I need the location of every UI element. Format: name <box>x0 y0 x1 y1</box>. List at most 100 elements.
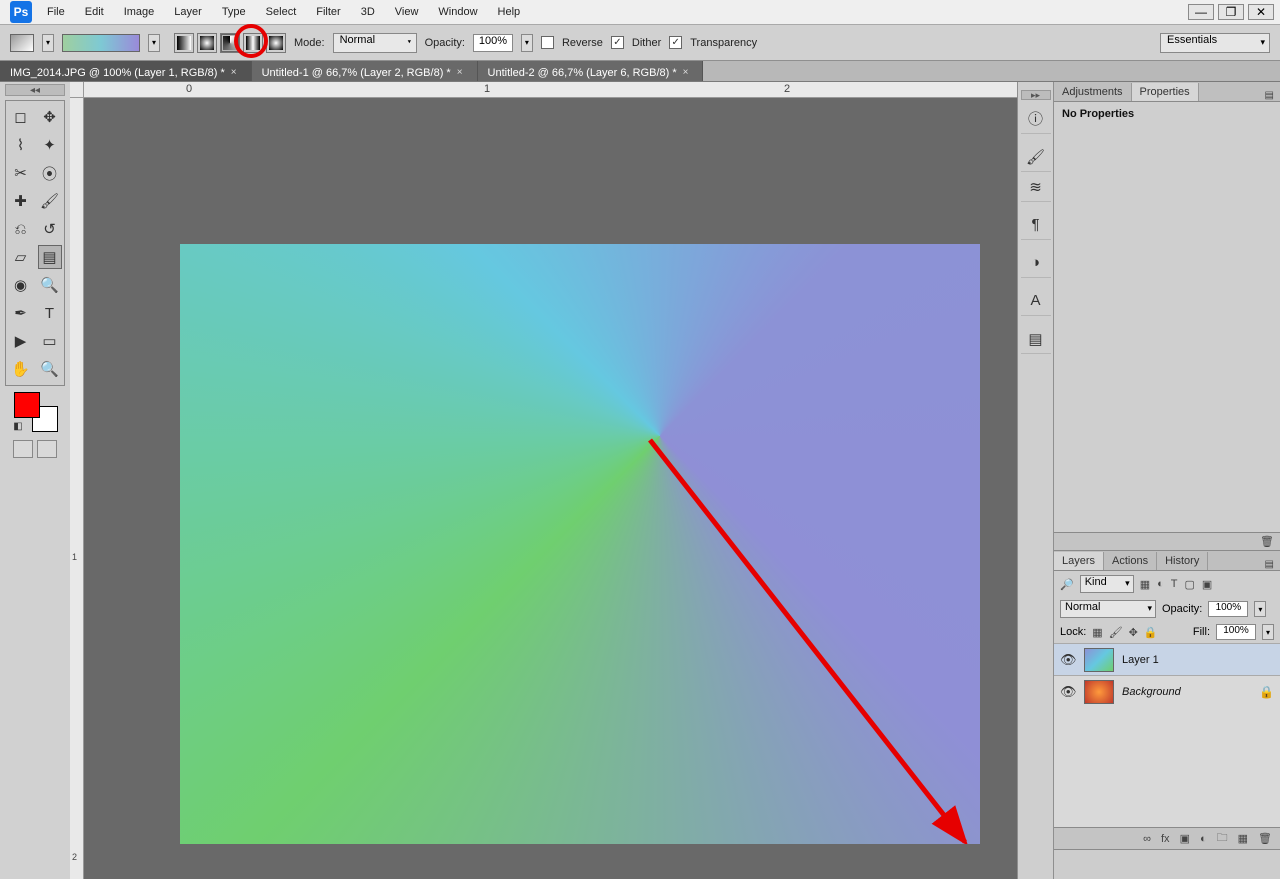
menu-type[interactable]: Type <box>213 2 255 22</box>
menu-3d[interactable]: 3D <box>352 2 384 22</box>
gradient-preview[interactable] <box>62 34 140 52</box>
layer-blend-mode-select[interactable]: Normal <box>1060 600 1156 618</box>
tools-collapse-button[interactable]: ◂◂ <box>5 84 65 96</box>
gradient-linear-button[interactable] <box>174 33 194 53</box>
gradient-radial-button[interactable] <box>197 33 217 53</box>
filter-type-icon[interactable]: T <box>1171 578 1178 591</box>
menu-file[interactable]: File <box>38 2 74 22</box>
menu-window[interactable]: Window <box>429 2 486 22</box>
menu-select[interactable]: Select <box>257 2 306 22</box>
document-canvas[interactable] <box>180 244 980 844</box>
layer-opacity-input[interactable]: 100% <box>1208 601 1248 617</box>
layer-name[interactable]: Background <box>1122 686 1181 698</box>
tool-preset-dropdown[interactable]: ▾ <box>42 34 54 52</box>
panel-menu-icon[interactable]: ▤ <box>1259 90 1280 101</box>
tab-properties[interactable]: Properties <box>1132 83 1199 101</box>
brush-tool[interactable]: 🖌 <box>38 189 62 213</box>
lock-all-icon[interactable]: 🔒 <box>1144 626 1158 639</box>
lock-pixels-icon[interactable]: 🖌 <box>1109 626 1123 639</box>
brush-presets-panel-icon[interactable]: ≋ <box>1021 172 1051 202</box>
vertical-ruler[interactable]: 1 2 <box>70 98 84 879</box>
filter-adjustment-icon[interactable]: ◐ <box>1157 578 1164 591</box>
layer-style-icon[interactable]: fx <box>1161 833 1170 845</box>
gradient-picker-dropdown[interactable]: ▾ <box>148 34 160 52</box>
pen-tool[interactable]: ✒ <box>9 301 33 325</box>
visibility-toggle-icon[interactable]: 👁 <box>1060 684 1076 700</box>
tab-layers[interactable]: Layers <box>1054 552 1104 570</box>
new-fill-layer-icon[interactable]: ◐ <box>1200 833 1207 845</box>
trash-icon[interactable]: 🗑 <box>1260 535 1274 548</box>
hand-tool[interactable]: ✋ <box>9 357 33 381</box>
visibility-toggle-icon[interactable]: 👁 <box>1060 652 1076 668</box>
horizontal-ruler[interactable]: 0 1 2 <box>84 82 1017 98</box>
gradient-reflected-button[interactable] <box>243 33 263 53</box>
eraser-tool[interactable]: ▱ <box>9 245 33 269</box>
menu-image[interactable]: Image <box>115 2 164 22</box>
gradient-angle-button[interactable] <box>220 33 240 53</box>
close-icon[interactable]: × <box>231 67 237 78</box>
path-selection-tool[interactable]: ▶ <box>9 329 33 353</box>
reverse-checkbox[interactable] <box>541 36 554 49</box>
quick-mask-button[interactable] <box>13 440 33 458</box>
filter-smart-icon[interactable]: ▣ <box>1202 578 1212 591</box>
rectangular-marquee-tool[interactable]: ◻ <box>9 105 33 129</box>
layer-row[interactable]: 👁 Background 🔒 <box>1054 675 1280 707</box>
styles-panel-icon[interactable]: ◑ <box>1021 248 1051 278</box>
layer-filter-kind[interactable]: Kind <box>1080 575 1134 593</box>
layer-row[interactable]: 👁 Layer 1 <box>1054 643 1280 675</box>
foreground-color-swatch[interactable] <box>14 392 40 418</box>
filter-search-icon[interactable]: 🔎 <box>1060 578 1074 591</box>
default-colors-icon[interactable]: ◧ <box>12 420 24 432</box>
layer-lock-icon[interactable]: 🔒 <box>1259 685 1274 699</box>
type-tool[interactable]: T <box>38 301 62 325</box>
layer-name[interactable]: Layer 1 <box>1122 654 1159 666</box>
dodge-tool[interactable]: 🔍 <box>38 273 62 297</box>
panel-collapse-button[interactable]: ▸▸ <box>1021 90 1051 100</box>
lock-position-icon[interactable]: ✥ <box>1129 626 1138 639</box>
layer-thumbnail[interactable] <box>1084 648 1114 672</box>
shape-tool[interactable]: ▭ <box>38 329 62 353</box>
layer-thumbnail[interactable] <box>1084 680 1114 704</box>
layer-mask-icon[interactable]: ▣ <box>1180 832 1190 845</box>
brush-panel-icon[interactable]: 🖌 <box>1021 142 1051 172</box>
clone-stamp-tool[interactable]: ⎌ <box>9 217 33 241</box>
opacity-dropdown[interactable]: ▾ <box>521 34 533 52</box>
tool-preset-icon[interactable] <box>10 34 34 52</box>
opacity-input[interactable]: 100% <box>473 34 513 52</box>
layer-opacity-dropdown[interactable]: ▾ <box>1254 601 1266 617</box>
menu-edit[interactable]: Edit <box>76 2 113 22</box>
move-tool[interactable]: ✥ <box>38 105 62 129</box>
zoom-tool[interactable]: 🔍 <box>38 357 62 381</box>
document-tab[interactable]: Untitled-2 @ 66,7% (Layer 6, RGB/8) * × <box>478 61 704 81</box>
eyedropper-tool[interactable]: ⦿ <box>38 161 62 185</box>
menu-filter[interactable]: Filter <box>307 2 349 22</box>
blend-mode-select[interactable]: Normal <box>333 33 417 53</box>
panel-menu-icon[interactable]: ▤ <box>1259 559 1280 570</box>
close-icon[interactable]: × <box>457 67 463 78</box>
filter-shape-icon[interactable]: ▢ <box>1185 578 1195 591</box>
close-button[interactable]: ✕ <box>1248 4 1274 20</box>
history-panel-icon[interactable]: ⓘ <box>1021 104 1051 134</box>
new-layer-icon[interactable]: ▦ <box>1238 832 1248 845</box>
document-tab[interactable]: Untitled-1 @ 66,7% (Layer 2, RGB/8) * × <box>252 61 478 81</box>
history-brush-tool[interactable]: ↺ <box>38 217 62 241</box>
spot-healing-tool[interactable]: ✚ <box>9 189 33 213</box>
restore-button[interactable]: ❐ <box>1218 4 1244 20</box>
character-panel-icon[interactable]: A <box>1021 286 1051 316</box>
layer-fill-input[interactable]: 100% <box>1216 624 1256 640</box>
close-icon[interactable]: × <box>683 67 689 78</box>
layer-fill-dropdown[interactable]: ▾ <box>1262 624 1274 640</box>
tab-history[interactable]: History <box>1157 552 1208 570</box>
ruler-origin[interactable] <box>70 82 84 98</box>
delete-layer-icon[interactable]: 🗑 <box>1258 832 1272 845</box>
crop-tool[interactable]: ✂ <box>9 161 33 185</box>
gradient-tool[interactable]: ▤ <box>38 245 62 269</box>
workspace-switcher[interactable]: Essentials <box>1160 33 1270 53</box>
menu-view[interactable]: View <box>386 2 428 22</box>
new-group-icon[interactable]: 🗀 <box>1217 829 1228 848</box>
minimize-button[interactable]: — <box>1188 4 1214 20</box>
link-layers-icon[interactable]: ∞ <box>1143 833 1151 845</box>
magic-wand-tool[interactable]: ✦ <box>38 133 62 157</box>
paragraph-panel-icon[interactable]: ¶ <box>1021 210 1051 240</box>
filter-pixel-icon[interactable]: ▦ <box>1140 578 1150 591</box>
